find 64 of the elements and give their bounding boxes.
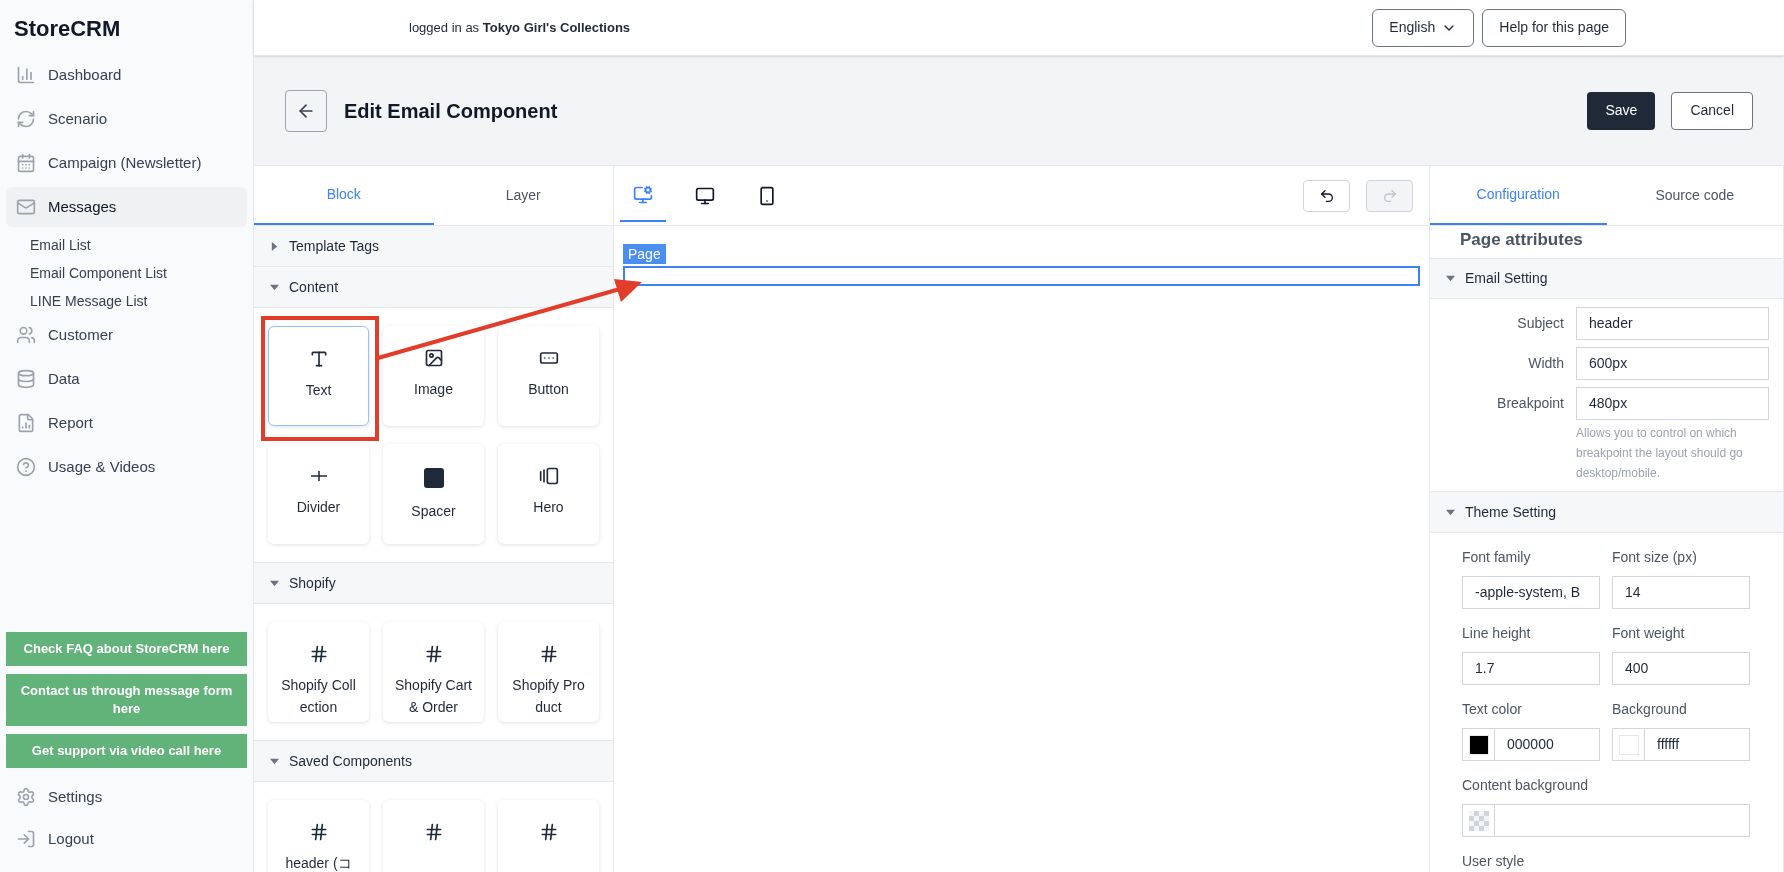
text-field[interactable]: -apple-system, B bbox=[1462, 576, 1600, 609]
block-tile[interactable]: header (コ bbox=[268, 800, 369, 872]
color-field[interactable]: 000000 bbox=[1462, 728, 1600, 761]
field-label: Font family bbox=[1462, 548, 1532, 567]
nav-item[interactable]: Scenario bbox=[6, 99, 247, 139]
section-header[interactable]: Email Setting bbox=[1430, 258, 1783, 299]
text-field[interactable]: 480px bbox=[1576, 387, 1769, 420]
field-label: User style bbox=[1462, 852, 1526, 871]
nav-subitem[interactable]: Email List bbox=[6, 231, 247, 259]
color-value: ffffff bbox=[1656, 735, 1681, 754]
text-field[interactable]: 600px bbox=[1576, 347, 1769, 380]
nav-item[interactable]: Dashboard bbox=[6, 55, 247, 95]
nav-subitem[interactable]: LINE Message List bbox=[6, 287, 247, 315]
nav-subitem[interactable]: Email Component List bbox=[6, 259, 247, 287]
nav-item[interactable]: Report bbox=[6, 403, 247, 443]
save-button[interactable]: Save bbox=[1587, 91, 1656, 130]
block-tile[interactable]: Shopify Collection bbox=[268, 622, 369, 722]
block-tile[interactable]: Shopify Cart & Order bbox=[383, 622, 484, 722]
text-field[interactable]: 1.7 bbox=[1462, 652, 1600, 685]
field-label: Breakpoint bbox=[1496, 394, 1564, 413]
section-header[interactable]: Content bbox=[254, 267, 613, 308]
nav-item[interactable]: Data bbox=[6, 359, 247, 399]
page-label: Page bbox=[623, 244, 666, 264]
cancel-button[interactable]: Cancel bbox=[1671, 91, 1753, 130]
field-label: Line height bbox=[1462, 624, 1532, 643]
block-tile[interactable]: Divider bbox=[268, 444, 369, 544]
field-hint: Allows you to control on which breakpoint the layout should go desktop/mobile. bbox=[1576, 425, 1744, 482]
nav-item[interactable]: Customer bbox=[6, 315, 247, 355]
text-field[interactable]: 14 bbox=[1612, 576, 1750, 609]
help-button[interactable]: Help for this page bbox=[1482, 8, 1626, 47]
nav-item[interactable]: Logout bbox=[6, 818, 247, 860]
block-tile[interactable]: Shopify Product bbox=[498, 622, 599, 722]
field-label: Subject bbox=[1516, 314, 1564, 333]
field-label: Width bbox=[1527, 354, 1564, 373]
block-tile[interactable]: Button bbox=[498, 326, 599, 426]
page-title: Edit Email Component bbox=[344, 98, 558, 124]
section-header[interactable]: Theme Setting bbox=[1430, 492, 1783, 533]
text-field[interactable]: 400 bbox=[1612, 652, 1750, 685]
panel-tab[interactable]: Source code bbox=[1606, 166, 1783, 225]
field-label: Background bbox=[1612, 700, 1688, 719]
nav-item[interactable]: Usage & Videos bbox=[6, 447, 247, 487]
block-tile[interactable]: Image bbox=[383, 326, 484, 426]
color-value: 000000 bbox=[1506, 735, 1555, 754]
nav-item[interactable]: Campaign (Newsletter) bbox=[6, 143, 247, 183]
block-tile[interactable]: Spacer bbox=[383, 444, 484, 544]
language-dropdown[interactable]: English bbox=[1372, 8, 1475, 47]
panel-tab[interactable]: Layer bbox=[433, 166, 613, 225]
field-label: Text color bbox=[1462, 700, 1523, 719]
section-header[interactable]: Template Tags bbox=[254, 226, 613, 267]
block-tile[interactable]: Hero bbox=[498, 444, 599, 544]
block-tile[interactable]: Text bbox=[268, 326, 369, 426]
field-label: Font size (px) bbox=[1612, 548, 1698, 567]
field-label: Content background bbox=[1462, 776, 1590, 795]
field-label: Font weight bbox=[1612, 624, 1686, 643]
nav-item[interactable]: Messages bbox=[6, 187, 247, 227]
login-status: logged in as Tokyo Girl's Collections bbox=[409, 18, 631, 37]
panel-tab[interactable]: Configuration bbox=[1430, 166, 1607, 225]
section-header[interactable]: Saved Components bbox=[254, 741, 613, 782]
text-field[interactable]: header bbox=[1576, 307, 1769, 340]
color-field[interactable]: ffffff bbox=[1612, 728, 1750, 761]
panel-heading: Page attributes bbox=[1459, 229, 1584, 252]
app-logo: StoreCRM bbox=[13, 15, 122, 43]
section-header[interactable]: Shopify bbox=[254, 563, 613, 604]
nav-item[interactable]: Settings bbox=[6, 776, 247, 818]
